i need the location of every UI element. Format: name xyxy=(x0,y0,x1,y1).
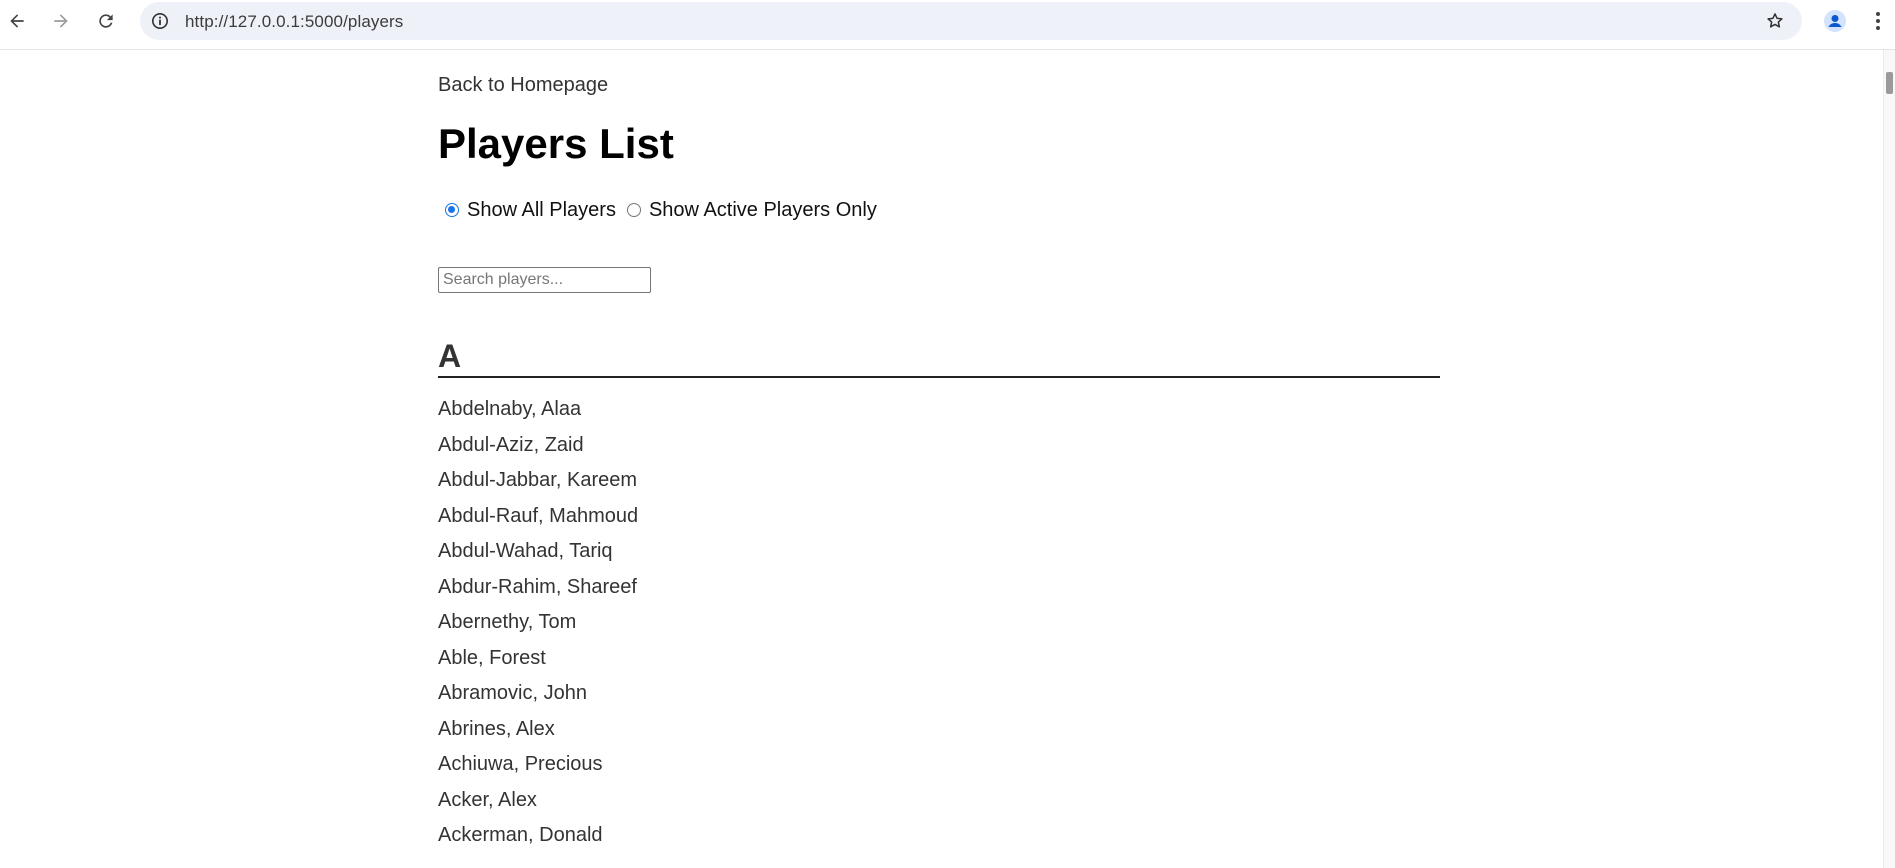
section-heading-a: A xyxy=(438,338,462,374)
site-info-icon[interactable] xyxy=(150,11,170,31)
player-item[interactable]: Abramovic, John xyxy=(438,682,638,718)
page-scrollbar[interactable] xyxy=(1883,50,1895,868)
player-item[interactable]: Abdul-Rauf, Mahmoud xyxy=(438,505,638,541)
player-item[interactable]: Abrines, Alex xyxy=(438,718,638,754)
show-all-radio[interactable] xyxy=(445,203,459,217)
show-all-label[interactable]: Show All Players xyxy=(467,199,616,222)
player-item[interactable]: Abdul-Aziz, Zaid xyxy=(438,434,638,470)
player-item[interactable]: Ackerman, Donald xyxy=(438,824,638,860)
address-url[interactable]: http://127.0.0.1:5000/players xyxy=(185,12,403,32)
address-bar[interactable]: http://127.0.0.1:5000/players xyxy=(140,2,1802,40)
player-item[interactable]: Abdelnaby, Alaa xyxy=(438,398,638,434)
show-active-label[interactable]: Show Active Players Only xyxy=(649,199,877,222)
profile-avatar-icon[interactable] xyxy=(1820,6,1850,36)
section-divider xyxy=(438,376,1440,378)
player-item[interactable]: Acker, Alex xyxy=(438,789,638,825)
back-arrow-icon[interactable] xyxy=(2,6,32,36)
search-input[interactable] xyxy=(438,267,651,293)
forward-arrow-icon[interactable] xyxy=(46,6,76,36)
more-menu-icon[interactable] xyxy=(1866,6,1890,36)
player-item[interactable]: Able, Forest xyxy=(438,647,638,683)
player-item[interactable]: Abdur-Rahim, Shareef xyxy=(438,576,638,612)
page-title: Players List xyxy=(438,120,674,167)
player-item[interactable]: Abdul-Jabbar, Kareem xyxy=(438,469,638,505)
player-list: Abdelnaby, Alaa Abdul-Aziz, Zaid Abdul-J… xyxy=(438,398,638,860)
scrollbar-thumb[interactable] xyxy=(1886,72,1893,94)
player-item[interactable]: Abdul-Wahad, Tariq xyxy=(438,540,638,576)
reload-icon[interactable] xyxy=(91,6,121,36)
player-item[interactable]: Abernethy, Tom xyxy=(438,611,638,647)
player-filter-group: Show All Players Show Active Players Onl… xyxy=(438,196,881,224)
show-active-radio[interactable] xyxy=(626,203,641,217)
browser-toolbar: http://127.0.0.1:5000/players xyxy=(0,0,1895,50)
player-item[interactable]: Achiuwa, Precious xyxy=(438,753,638,789)
bookmark-star-icon[interactable] xyxy=(1764,10,1786,32)
back-to-homepage-link[interactable]: Back to Homepage xyxy=(438,74,608,97)
